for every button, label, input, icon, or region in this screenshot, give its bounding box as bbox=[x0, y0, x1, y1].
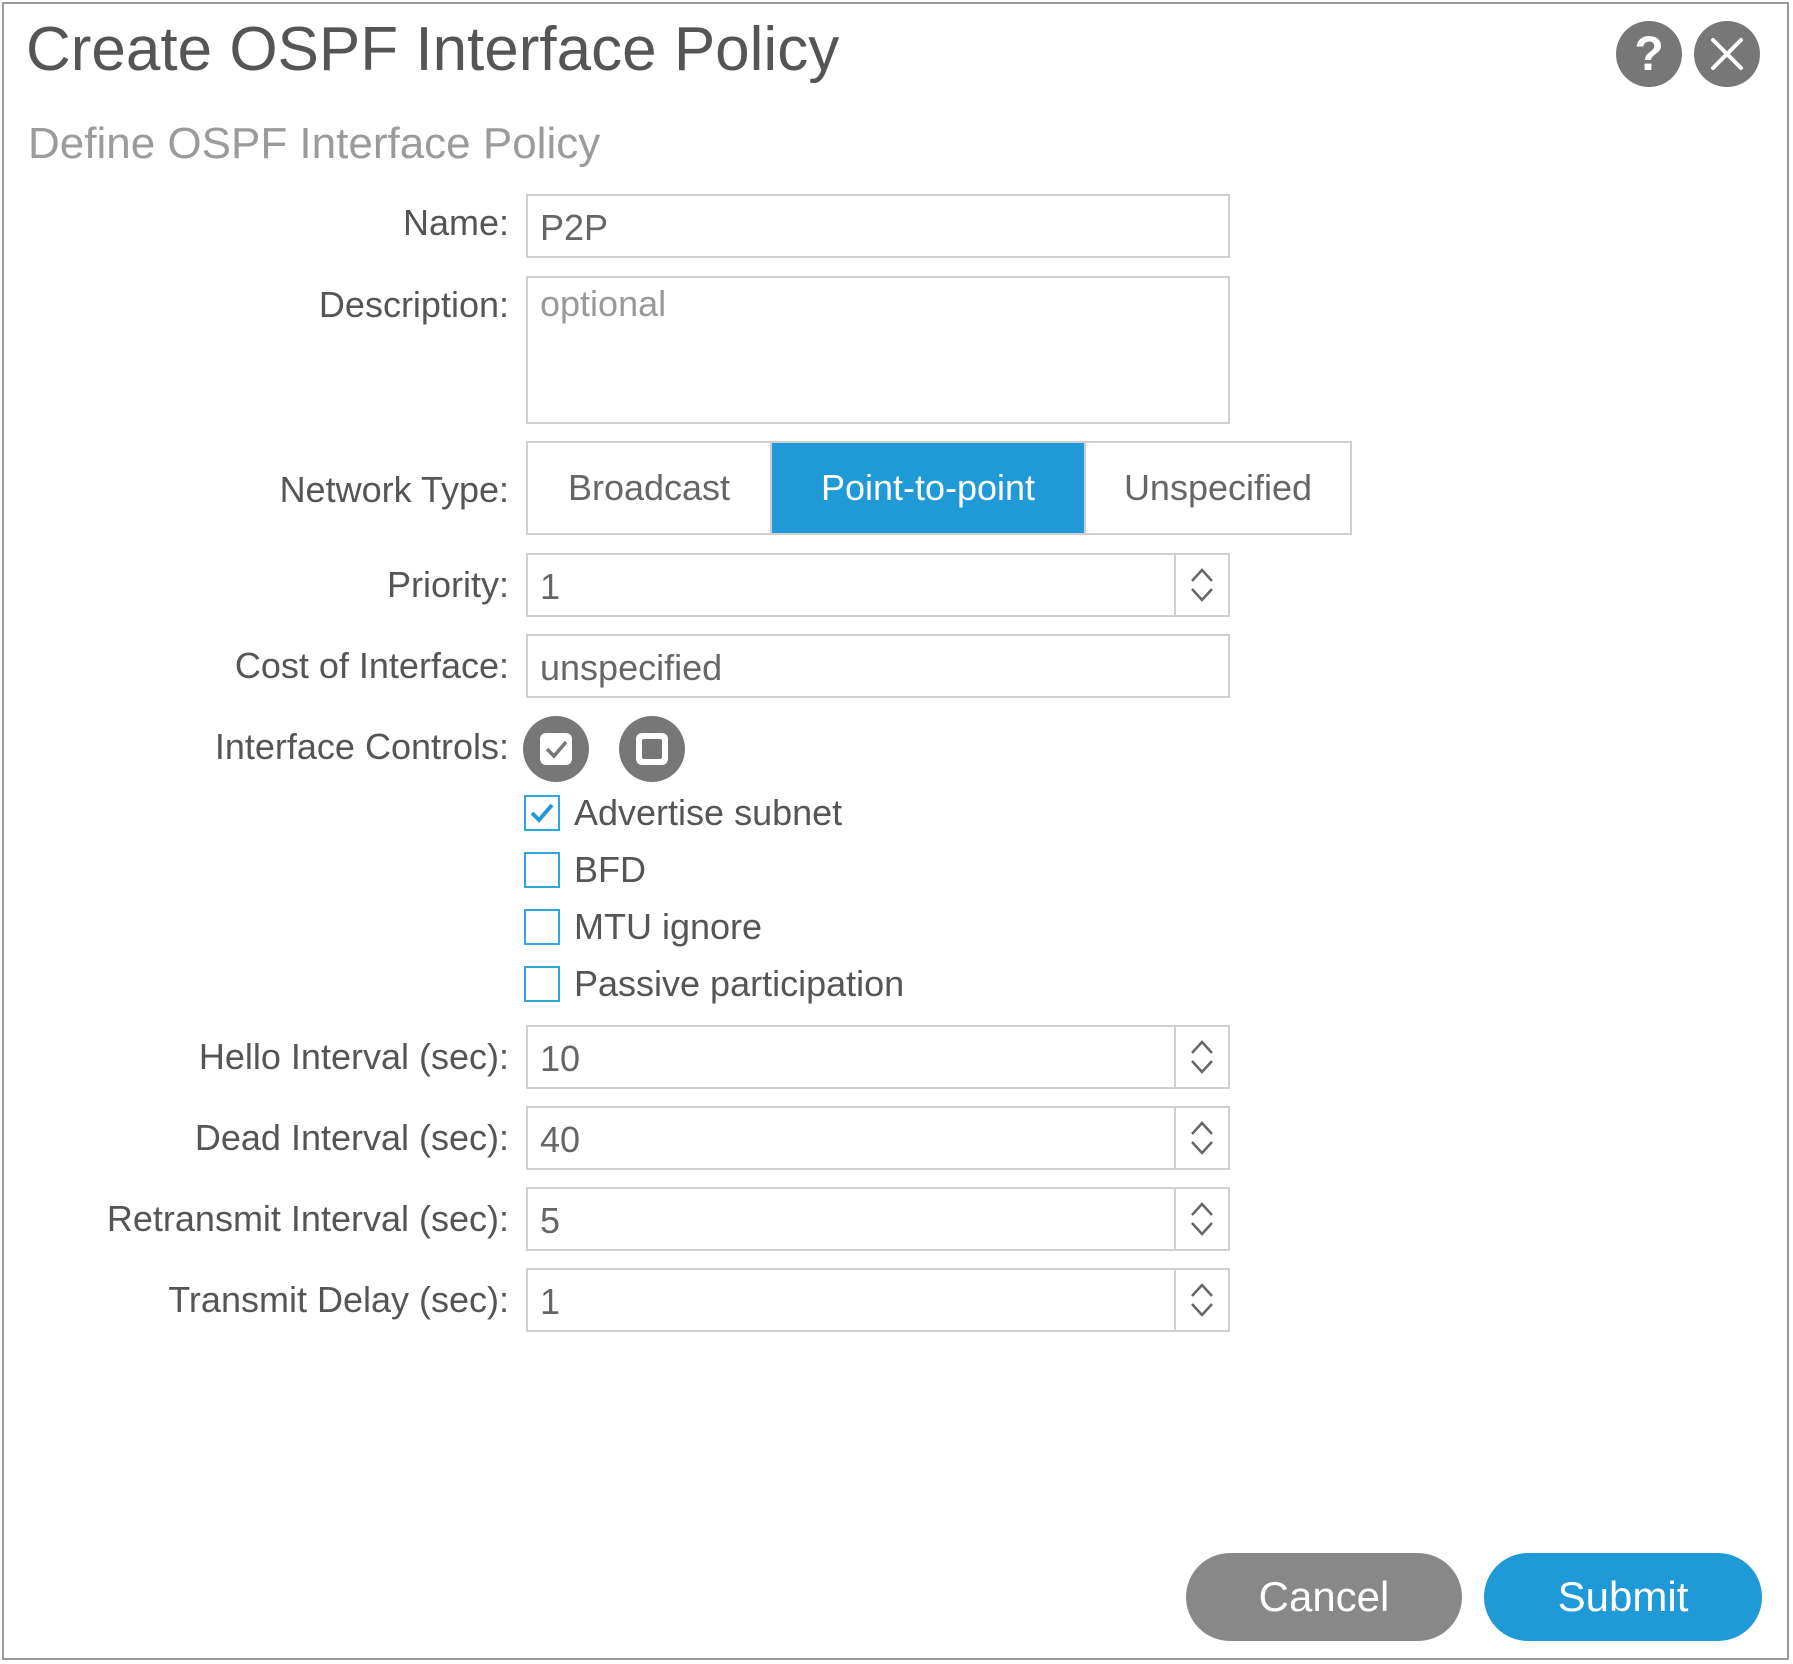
mtu-ignore-label: MTU ignore bbox=[574, 906, 763, 947]
advertise-subnet-label: Advertise subnet bbox=[574, 792, 843, 833]
transmit-delay-label: Transmit Delay (sec): bbox=[168, 1279, 509, 1320]
checkbox-unchecked-icon bbox=[524, 909, 560, 945]
mtu-ignore-checkbox[interactable]: MTU ignore bbox=[524, 905, 762, 949]
cost-of-interface-value: unspecified bbox=[540, 647, 723, 688]
cancel-button[interactable]: Cancel bbox=[1186, 1553, 1462, 1641]
chevron-down-icon[interactable] bbox=[1189, 1139, 1215, 1157]
network-type-segmented-control: Broadcast Point-to-point Unspecified bbox=[526, 441, 1352, 535]
close-icon[interactable] bbox=[1694, 21, 1760, 87]
checkbox-checked-icon bbox=[524, 795, 560, 831]
dead-interval-value: 40 bbox=[540, 1119, 581, 1160]
chevron-down-icon[interactable] bbox=[1189, 586, 1215, 604]
priority-stepper[interactable]: 1 bbox=[526, 553, 1230, 617]
transmit-delay-value: 1 bbox=[540, 1281, 561, 1322]
priority-value: 1 bbox=[540, 566, 561, 607]
chevron-up-icon[interactable] bbox=[1189, 1119, 1215, 1137]
description-textarea[interactable]: optional bbox=[526, 276, 1230, 424]
hello-interval-spinner bbox=[1174, 1027, 1228, 1087]
help-icon[interactable]: ? bbox=[1616, 21, 1682, 87]
chevron-up-icon[interactable] bbox=[1189, 1038, 1215, 1056]
transmit-delay-spinner bbox=[1174, 1270, 1228, 1330]
network-type-point-to-point-option[interactable]: Point-to-point bbox=[772, 443, 1086, 533]
chevron-down-icon[interactable] bbox=[1189, 1301, 1215, 1319]
transmit-delay-stepper[interactable]: 1 bbox=[526, 1268, 1230, 1332]
cost-of-interface-input[interactable]: unspecified bbox=[526, 634, 1230, 698]
checkbox-unchecked-icon bbox=[524, 966, 560, 1002]
bfd-checkbox[interactable]: BFD bbox=[524, 848, 646, 892]
retransmit-interval-label: Retransmit Interval (sec): bbox=[106, 1198, 509, 1239]
network-type-broadcast-option[interactable]: Broadcast bbox=[528, 443, 772, 533]
dialog-subtitle: Define OSPF Interface Policy bbox=[28, 119, 601, 168]
retransmit-interval-stepper[interactable]: 5 bbox=[526, 1187, 1230, 1251]
dead-interval-stepper[interactable]: 40 bbox=[526, 1106, 1230, 1170]
name-input[interactable]: P2P bbox=[526, 194, 1230, 258]
cost-of-interface-label: Cost of Interface: bbox=[234, 645, 509, 686]
select-all-icon[interactable] bbox=[523, 716, 589, 782]
submit-button[interactable]: Submit bbox=[1484, 1553, 1762, 1641]
chevron-up-icon[interactable] bbox=[1189, 566, 1215, 584]
hello-interval-stepper[interactable]: 10 bbox=[526, 1025, 1230, 1089]
advertise-subnet-checkbox[interactable]: Advertise subnet bbox=[524, 791, 842, 835]
priority-label: Priority: bbox=[386, 564, 509, 605]
retransmit-interval-spinner bbox=[1174, 1189, 1228, 1249]
passive-participation-checkbox[interactable]: Passive participation bbox=[524, 962, 904, 1006]
deselect-all-icon[interactable] bbox=[619, 716, 685, 782]
network-type-label: Network Type: bbox=[279, 469, 509, 510]
retransmit-interval-value: 5 bbox=[540, 1200, 561, 1241]
description-label: Description: bbox=[318, 284, 509, 325]
checkbox-unchecked-icon bbox=[524, 852, 560, 888]
hello-interval-value: 10 bbox=[540, 1038, 581, 1079]
chevron-up-icon[interactable] bbox=[1189, 1200, 1215, 1218]
dead-interval-spinner bbox=[1174, 1108, 1228, 1168]
chevron-down-icon[interactable] bbox=[1189, 1220, 1215, 1238]
dialog-title: Create OSPF Interface Policy bbox=[26, 15, 840, 84]
create-ospf-interface-policy-dialog: Create OSPF Interface Policy Define OSPF… bbox=[2, 2, 1789, 1660]
bfd-label: BFD bbox=[574, 849, 646, 890]
description-placeholder: optional bbox=[540, 283, 667, 324]
name-label: Name: bbox=[402, 202, 509, 243]
network-type-unspecified-option[interactable]: Unspecified bbox=[1086, 443, 1350, 533]
interface-controls-label: Interface Controls: bbox=[214, 726, 509, 767]
chevron-down-icon[interactable] bbox=[1189, 1058, 1215, 1076]
passive-participation-label: Passive participation bbox=[574, 963, 905, 1004]
priority-spinner bbox=[1174, 555, 1228, 615]
hello-interval-label: Hello Interval (sec): bbox=[198, 1036, 509, 1077]
chevron-up-icon[interactable] bbox=[1189, 1281, 1215, 1299]
name-value: P2P bbox=[540, 207, 609, 248]
dead-interval-label: Dead Interval (sec): bbox=[194, 1117, 509, 1158]
